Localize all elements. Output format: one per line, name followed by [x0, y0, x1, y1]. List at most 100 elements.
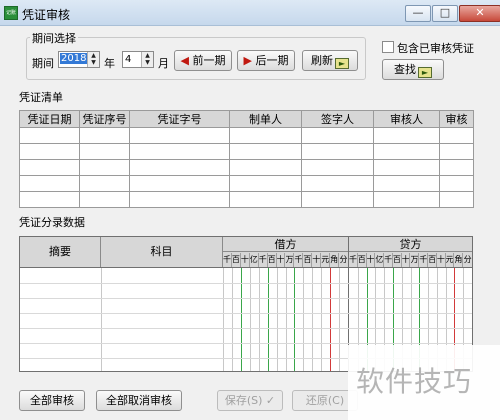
table-cell[interactable]: [19, 143, 80, 160]
table-cell[interactable]: [301, 191, 374, 208]
table-cell[interactable]: [439, 143, 474, 160]
prev-period-button[interactable]: ◀ 前一期: [174, 50, 232, 71]
table-cell[interactable]: [439, 159, 474, 176]
go-icon: ►: [418, 67, 432, 78]
month-value[interactable]: 4: [125, 54, 131, 65]
column-header-account[interactable]: 科目: [101, 237, 223, 267]
minimize-button[interactable]: —: [405, 5, 431, 22]
save-button[interactable]: 保存(S) ✓: [217, 390, 283, 411]
refresh-button[interactable]: 刷新 ►: [302, 50, 358, 71]
table-cell[interactable]: [129, 127, 230, 144]
table-row[interactable]: [19, 127, 474, 144]
maximize-button[interactable]: □: [432, 5, 458, 22]
table-cell[interactable]: [79, 159, 130, 176]
table-cell[interactable]: [229, 127, 302, 144]
table-cell[interactable]: [439, 175, 474, 192]
period-label: 期间: [32, 57, 54, 70]
debit-header[interactable]: 借方: [223, 237, 348, 252]
table-cell[interactable]: [19, 191, 80, 208]
spin-down-icon[interactable]: ▼: [142, 59, 153, 66]
table-cell[interactable]: [301, 175, 374, 192]
arrow-right-icon: ▶: [243, 54, 252, 67]
debit-digit-header: 元: [321, 253, 331, 267]
column-header-preparer[interactable]: 制单人: [229, 110, 302, 128]
column-header-voucher-number[interactable]: 凭证字号: [129, 110, 230, 128]
table-row[interactable]: [20, 343, 472, 344]
table-row[interactable]: [20, 283, 472, 284]
table-cell[interactable]: [19, 127, 80, 144]
spin-down-icon[interactable]: ▼: [88, 59, 99, 66]
table-cell[interactable]: [229, 175, 302, 192]
table-cell[interactable]: [301, 143, 374, 160]
table-cell[interactable]: [373, 143, 440, 160]
table-cell[interactable]: [79, 175, 130, 192]
debit-digit-header: 千: [294, 253, 304, 267]
year-spinner[interactable]: 2018 ▲ ▼: [58, 51, 100, 68]
table-cell[interactable]: [301, 159, 374, 176]
column-header-voucher-seq[interactable]: 凭证序号: [79, 110, 130, 128]
debit-digit-header: 亿: [250, 253, 259, 267]
month-spin-arrows[interactable]: ▲ ▼: [141, 52, 153, 67]
voucher-list-table[interactable]: 凭证日期 凭证序号 凭证字号 制单人 签字人 审核人 审核: [19, 110, 474, 208]
credit-digit-header: 角: [454, 253, 464, 267]
year-value[interactable]: 2018: [60, 53, 88, 64]
debit-digit-header: 千: [223, 253, 232, 267]
table-cell[interactable]: [373, 127, 440, 144]
table-cell[interactable]: [79, 127, 130, 144]
table-cell[interactable]: [129, 143, 230, 160]
include-audited-checkbox[interactable]: [382, 41, 394, 53]
debit-digit-header: 千: [259, 253, 268, 267]
restore-label: 还原(C): [305, 394, 345, 407]
close-button[interactable]: ✕: [459, 5, 500, 22]
credit-digit-header: 亿: [375, 253, 385, 267]
table-cell[interactable]: [373, 175, 440, 192]
entries-title: 凭证分录数据: [19, 216, 85, 229]
voucher-list-title: 凭证清单: [19, 91, 63, 104]
table-cell[interactable]: [79, 143, 130, 160]
table-cell[interactable]: [229, 143, 302, 160]
table-cell[interactable]: [129, 191, 230, 208]
column-header-audit[interactable]: 审核: [439, 110, 474, 128]
cancel-all-audit-button[interactable]: 全部取消审核: [96, 390, 182, 411]
table-cell[interactable]: [79, 191, 130, 208]
table-row[interactable]: [20, 298, 472, 299]
debit-digit-header: 百: [232, 253, 241, 267]
credit-digit-header: 百: [428, 253, 437, 267]
table-row[interactable]: [19, 175, 474, 192]
spin-up-icon[interactable]: ▲: [88, 52, 99, 59]
table-cell[interactable]: [19, 175, 80, 192]
column-header-voucher-date[interactable]: 凭证日期: [19, 110, 80, 128]
column-header-auditor[interactable]: 审核人: [373, 110, 440, 128]
table-row[interactable]: [19, 191, 474, 208]
credit-digit-header: 元: [446, 253, 455, 267]
audit-all-button[interactable]: 全部审核: [19, 390, 85, 411]
year-spin-arrows[interactable]: ▲ ▼: [87, 52, 99, 67]
find-button[interactable]: 查找 ►: [382, 59, 444, 80]
table-cell[interactable]: [373, 191, 440, 208]
table-cell[interactable]: [229, 159, 302, 176]
table-row[interactable]: [19, 159, 474, 176]
table-cell[interactable]: [439, 191, 474, 208]
debit-digit-header: 百: [268, 253, 277, 267]
column-header-summary[interactable]: 摘要: [20, 237, 101, 267]
table-cell[interactable]: [301, 127, 374, 144]
table-row[interactable]: [20, 313, 472, 314]
include-audited-label[interactable]: 包含已审核凭证: [397, 40, 474, 56]
table-cell[interactable]: [129, 175, 230, 192]
credit-header[interactable]: 贷方: [349, 237, 472, 252]
table-cell[interactable]: [19, 159, 80, 176]
next-period-button[interactable]: ▶ 后一期: [237, 50, 295, 71]
table-cell[interactable]: [229, 191, 302, 208]
column-header-signer[interactable]: 签字人: [301, 110, 374, 128]
table-row[interactable]: [20, 328, 472, 329]
table-row[interactable]: [19, 143, 474, 160]
debit-digit-header: 万: [286, 253, 295, 267]
credit-digit-header: 千: [384, 253, 393, 267]
table-cell[interactable]: [439, 127, 474, 144]
table-cell[interactable]: [373, 159, 440, 176]
table-cell[interactable]: [129, 159, 230, 176]
credit-digit-header: 千: [419, 253, 429, 267]
month-spinner[interactable]: 4 ▲ ▼: [122, 51, 154, 68]
spin-up-icon[interactable]: ▲: [142, 52, 153, 59]
prev-period-label: 前一期: [192, 54, 226, 67]
